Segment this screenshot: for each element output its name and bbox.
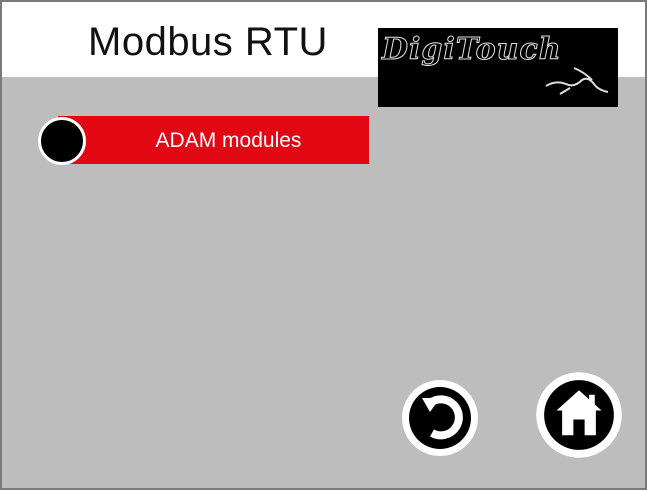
menu-item-indicator[interactable] [38,117,86,165]
page-title: Modbus RTU [88,20,328,64]
back-button[interactable] [400,378,480,458]
adam-modules-label: ADAM modules [155,129,302,152]
adam-modules-button[interactable]: ADAM modules [58,116,369,164]
back-arrow-icon [402,380,478,456]
logo-swoosh-icon [545,67,609,95]
hmi-screen: Modbus RTU DigiTouch ADAM modules [0,0,647,490]
home-icon [536,372,622,458]
brand-logo: DigiTouch [378,28,618,107]
home-button[interactable] [534,370,622,458]
